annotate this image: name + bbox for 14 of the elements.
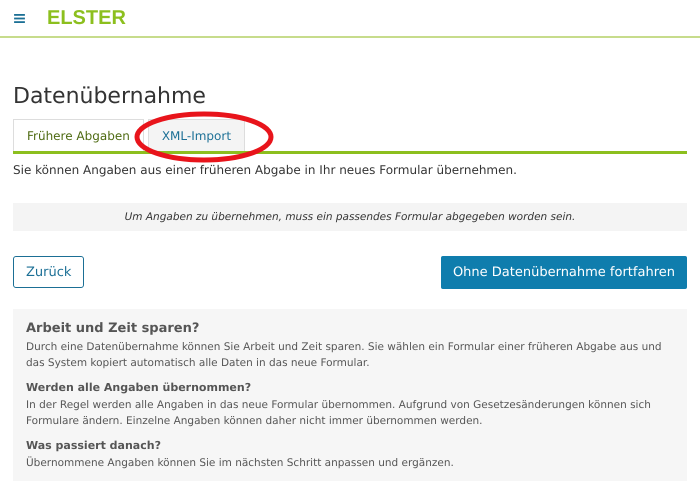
info-heading: Was passiert danach? — [26, 439, 162, 452]
back-button[interactable]: Zurück — [13, 256, 84, 288]
info-heading: Arbeit und Zeit sparen? — [26, 321, 200, 336]
page-title: Datenübernahme — [13, 84, 207, 109]
tab[interactable]: Frühere Abgaben — [13, 119, 144, 151]
info-text: Durch eine Datenübernahme können Sie Arbeit und Zeit sparen. Sie wählen ein Formular einer früheren Abgabe aus und das System kopiert automatisch alle Daten in das neue Formular. — [26, 340, 663, 371]
menu-icon[interactable] — [14, 14, 25, 22]
info-text: In der Regel werden alle Angaben in das neue Formular übernommen. Aufgrund von Gesetzesänderungen können sich Formulare ändern. Einzelne Angaben können daher nicht immer übernommen werden. — [26, 398, 652, 429]
notice-banner: Um Angaben zu übernehmen, muss ein passendes Formular abgegeben worden sein. — [13, 203, 687, 231]
tab[interactable]: XML-Import — [148, 119, 246, 151]
intro-text: Sie können Angaben aus einer früheren Abgabe in Ihr neues Formular übernehmen. — [13, 163, 518, 177]
info-heading: Werden alle Angaben übernommen? — [26, 381, 252, 394]
continue-button[interactable]: Ohne Datenübernahme fortfahren — [440, 256, 687, 289]
info-text: Übernommene Angaben können Sie im nächsten Schritt anpassen und ergänzen. — [26, 455, 455, 471]
